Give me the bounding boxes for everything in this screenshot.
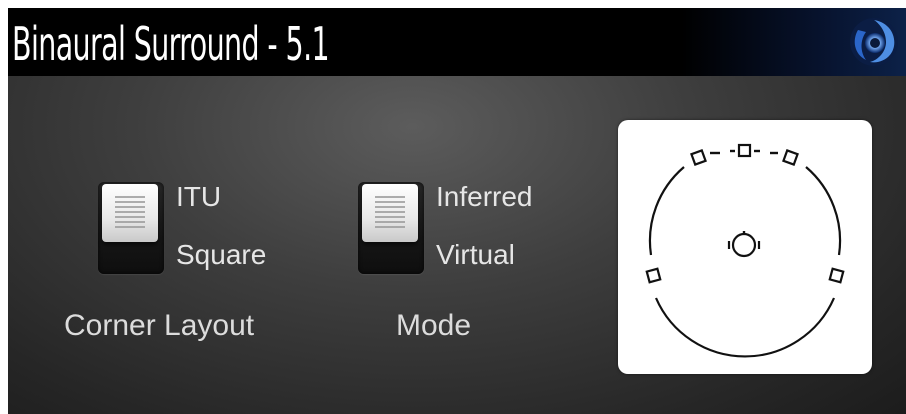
listener-head-icon <box>727 231 761 258</box>
corner-layout-toggle[interactable] <box>98 182 164 274</box>
swirl-logo-icon <box>850 18 898 66</box>
circle-arc-bottom <box>654 297 836 358</box>
mode-option-inferred[interactable]: Inferred <box>436 181 533 213</box>
speaker-icon <box>828 267 845 284</box>
corner-layout-option-itu[interactable]: ITU <box>176 181 221 213</box>
speaker-icon <box>782 149 799 166</box>
speaker-layout-diagram <box>645 143 845 358</box>
mode-option-virtual[interactable]: Virtual <box>436 239 515 271</box>
circle-arc-right <box>805 166 842 256</box>
plugin-window: Binaural Surround - 5.1 ITU Square Corne… <box>8 8 906 414</box>
mode-toggle[interactable] <box>358 182 424 274</box>
corner-layout-label: Corner Layout <box>64 309 255 342</box>
corner-layout-option-square[interactable]: Square <box>176 239 266 271</box>
grip-lines-icon <box>115 196 145 230</box>
toggle-knob[interactable] <box>102 184 158 242</box>
circle-arc-left <box>648 166 685 256</box>
speaker-icon <box>690 149 707 166</box>
toggle-knob[interactable] <box>362 184 418 242</box>
mode-label: Mode <box>396 309 472 342</box>
speaker-layout-display <box>618 120 872 374</box>
speaker-icon <box>645 267 662 284</box>
speaker-icon <box>737 143 752 158</box>
plugin-title: Binaural Surround - 5.1 <box>12 17 330 71</box>
title-bar: Binaural Surround - 5.1 <box>8 8 906 76</box>
grip-lines-icon <box>375 196 405 230</box>
